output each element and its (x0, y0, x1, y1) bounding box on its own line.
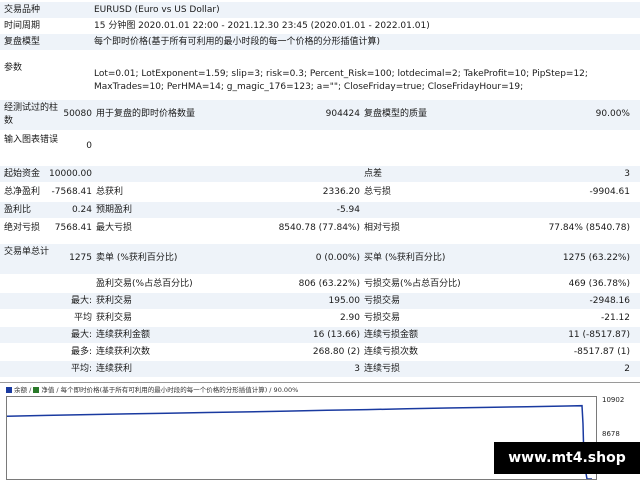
bars-row: 经测试过的柱数 50080 用于复盘的即时价格数量 904424 复盘模型的质量… (0, 100, 640, 130)
y-tick-label: 8678 (602, 430, 620, 439)
long-value: 1275 (63.22%) (562, 253, 630, 263)
watermark: www.mt4.shop (494, 442, 640, 474)
maxconsec-loss-value: 11 (-8517.87) (568, 330, 630, 340)
maxconsec2-loss-value: -8517.87 (1) (573, 347, 630, 357)
expected-payoff-value: -5.94 (336, 205, 360, 215)
bars-value: 50080 (63, 109, 92, 119)
maxconsec2-label: 最多: (70, 347, 92, 357)
average-loss-value: -21.12 (600, 313, 630, 323)
net-label: 总净盈利 (4, 187, 41, 197)
quality-value: 90.00% (595, 109, 630, 119)
symbol-value: EURUSD (Euro vs US Dollar) (94, 5, 220, 15)
y-tick-label: 10902 (602, 396, 625, 405)
avgconsec-label: 平均: (70, 364, 92, 374)
maxconsec-win-value: 16 (13.66) (312, 330, 360, 340)
largest-loss-label: 亏损交易 (364, 296, 401, 306)
average-win-value: 2.90 (339, 313, 360, 323)
largest-loss-value: -2948.16 (589, 296, 630, 306)
spread-label: 点差 (364, 169, 383, 179)
params-row: 参数 Lot=0.01; LotExponent=1.59; slip=3; r… (0, 54, 640, 94)
period-row: 时间周期 15 分钟图 2020.01.01 22:00 - 2021.12.3… (0, 18, 640, 34)
win-trades-value: 806 (63.22%) (298, 279, 360, 289)
deposit-row: 起始资金 10000.00 点差 3 (0, 166, 640, 182)
max-dd-value: 8540.78 (77.84%) (278, 223, 360, 233)
trades-value: 1275 (69, 253, 92, 263)
errors-row: 输入图表错误 0 (0, 132, 640, 162)
average-row: 平均 获利交易 2.90 亏损交易 -21.12 (0, 310, 640, 326)
long-label: 买单 (%获利百分比) (364, 253, 446, 263)
gross-loss-label: 总亏损 (364, 187, 392, 197)
equity-legend: 净值 (41, 386, 55, 394)
balance-swatch (6, 387, 12, 393)
net-value: -7568.41 (51, 187, 92, 197)
model-label: 复盘模型 (4, 37, 41, 47)
gross-loss-value: -9904.61 (589, 187, 630, 197)
equity-swatch (33, 387, 40, 393)
maxconsec2-win-label: 连续获利次数 (96, 347, 151, 357)
avgconsec-win-value: 3 (354, 364, 360, 374)
deposit-value: 10000.00 (49, 169, 92, 179)
spread-value: 3 (624, 169, 630, 179)
expected-payoff-label: 预期盈利 (96, 205, 133, 215)
loss-trades-value: 469 (36.78%) (568, 279, 630, 289)
ticks-value: 904424 (325, 109, 360, 119)
chart-header: 余额 / 净值 / 每个即时价格(基于所有可利用的最小时段的每一个价格的分形插值… (6, 385, 298, 395)
net-row: 总净盈利 -7568.41 总获利 2336.20 总亏损 -9904.61 (0, 184, 640, 200)
average-win-label: 获利交易 (96, 313, 133, 323)
rel-dd-value: 77.84% (8540.78) (548, 223, 630, 233)
period-label: 时间周期 (4, 21, 41, 31)
avgconsec-loss-label: 连续亏损 (364, 364, 401, 374)
average-label: 平均 (73, 313, 92, 323)
winloss-row: 盈利交易(%占总百分比) 806 (63.22%) 亏损交易(%占总百分比) 4… (0, 276, 640, 292)
trades-row: 交易单总计 1275 卖单 (%获利百分比) 0 (0.00%) 买单 (%获利… (0, 244, 640, 274)
max-dd-label: 最大亏损 (96, 223, 133, 233)
model-row: 复盘模型 每个即时价格(基于所有可利用的最小时段的每一个价格的分形插值计算) (0, 34, 640, 50)
pf-label: 盈利比 (4, 205, 32, 215)
maxconsec-loss-label: 连续亏损金额 (364, 330, 419, 340)
symbol-label: 交易品种 (4, 5, 41, 15)
params-value: Lot=0.01; LotExponent=1.59; slip=3; risk… (94, 69, 588, 92)
average-loss-label: 亏损交易 (364, 313, 401, 323)
model-value: 每个即时价格(基于所有可利用的最小时段的每一个价格的分形插值计算) (94, 37, 381, 47)
gross-profit-label: 总获利 (96, 187, 124, 197)
maxconsec2-win-value: 268.80 (2) (312, 347, 360, 357)
errors-value: 0 (86, 141, 92, 151)
maxconsec-win-label: 连续获利金额 (96, 330, 151, 340)
largest-label: 最大: (70, 296, 92, 306)
avgconsec-loss-value: 2 (624, 364, 630, 374)
ticks-label: 用于复盘的即时价格数量 (96, 109, 196, 119)
params-label: 参数 (4, 63, 23, 73)
short-label: 卖单 (%获利百分比) (96, 253, 178, 263)
short-value: 0 (0.00%) (315, 253, 360, 263)
rel-dd-label: 相对亏损 (364, 223, 401, 233)
loss-trades-label: 亏损交易(%占总百分比) (364, 279, 461, 289)
balance-legend: 余额 (14, 386, 27, 394)
gross-profit-value: 2336.20 (322, 187, 360, 197)
abs-dd-label: 绝对亏损 (4, 223, 41, 233)
deposit-label: 起始资金 (4, 169, 41, 179)
quality-label: 复盘模型的质量 (364, 109, 428, 119)
avgconsec-win-label: 连续获利 (96, 364, 133, 374)
maxconsec-label: 最大: (70, 330, 92, 340)
win-trades-label: 盈利交易(%占总百分比) (96, 279, 193, 289)
maxconsec2-row: 最多: 连续获利次数 268.80 (2) 连续亏损次数 -8517.87 (1… (0, 344, 640, 360)
chart-caption: / 每个即时价格(基于所有可利用的最小时段的每一个价格的分形插值计算) / 90… (56, 386, 299, 394)
largest-win-value: 195.00 (328, 296, 361, 306)
largest-row: 最大: 获利交易 195.00 亏损交易 -2948.16 (0, 293, 640, 309)
maxconsec2-loss-label: 连续亏损次数 (364, 347, 419, 357)
pf-value: 0.24 (71, 205, 92, 215)
pf-row: 盈利比 0.24 预期盈利 -5.94 (0, 202, 640, 218)
abs-dd-value: 7568.41 (54, 223, 92, 233)
avgconsec-row: 平均: 连续获利 3 连续亏损 2 (0, 361, 640, 377)
maxconsec-row: 最大: 连续获利金额 16 (13.66) 连续亏损金额 11 (-8517.8… (0, 327, 640, 343)
symbol-row: 交易品种 EURUSD (Euro vs US Dollar) (0, 2, 640, 18)
period-value: 15 分钟图 2020.01.01 22:00 - 2021.12.30 23:… (94, 21, 430, 31)
dd-row: 绝对亏损 7568.41 最大亏损 8540.78 (77.84%) 相对亏损 … (0, 220, 640, 236)
largest-win-label: 获利交易 (96, 296, 133, 306)
